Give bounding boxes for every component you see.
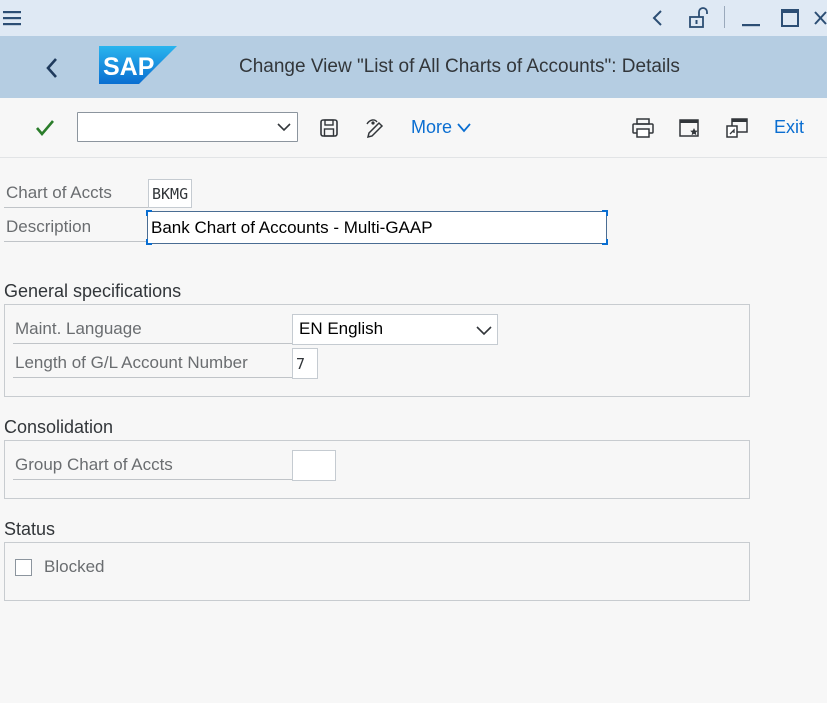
unlock-icon[interactable] [684,4,712,32]
focus-corner [602,210,608,216]
more-label: More [411,117,453,137]
display-change-icon [366,119,384,139]
chevron-down-icon[interactable] [276,119,292,135]
svg-text:SAP: SAP [103,53,154,81]
gl-length-value: 7 [292,348,318,379]
group-chart-label: Group Chart of Accts [13,451,292,480]
separator [724,6,725,28]
focus-corner [146,210,152,216]
title-header: SAP Change View "List of All Charts of A… [0,36,827,98]
save-button[interactable] [315,114,343,142]
minimize-icon[interactable] [737,4,765,32]
sap-logo: SAP [99,46,177,84]
page-title: Change View "List of All Charts of Accou… [239,56,680,77]
shortcut-icon [726,118,748,138]
gl-length-label: Length of G/L Account Number [13,349,292,378]
command-input[interactable] [78,113,268,141]
maint-language-value: EN English [299,319,384,338]
status-title: Status [4,519,56,539]
blocked-label: Blocked [44,557,105,576]
chevron-down-icon [457,122,471,132]
chart-of-accts-label: Chart of Accts [4,179,148,208]
back-button[interactable] [38,52,66,84]
new-window-icon [679,119,699,137]
back-nav-icon[interactable] [644,4,672,32]
group-chart-input[interactable] [292,450,336,481]
close-icon[interactable] [812,4,827,32]
more-menu-button[interactable]: More [411,117,472,138]
description-value: Bank Chart of Accounts - Multi-GAAP [151,218,433,237]
menu-icon[interactable] [2,8,22,28]
maint-language-label: Maint. Language [13,315,292,344]
gl-length-text: 7 [296,354,306,373]
exit-button[interactable]: Exit [774,117,804,138]
consolidation-title: Consolidation [4,417,114,437]
edit-button[interactable] [362,114,390,142]
checkmark-icon [36,120,54,137]
create-shortcut-button[interactable] [723,114,751,142]
chevron-down-icon[interactable] [475,321,493,339]
new-session-button[interactable] [676,114,704,142]
focus-corner [146,239,152,245]
blocked-checkbox[interactable] [15,559,32,576]
system-bar [0,0,827,36]
description-input[interactable]: Bank Chart of Accounts - Multi-GAAP [146,210,608,245]
maint-language-select[interactable]: EN English [292,314,498,345]
chart-of-accts-value: BKMG [148,179,192,208]
print-button[interactable] [629,114,657,142]
print-icon [632,118,654,138]
description-label: Description [4,213,148,242]
enter-checkmark-button[interactable] [30,114,60,142]
command-field[interactable] [77,112,298,142]
general-specifications-title: General specifications [4,281,182,301]
chart-of-accts-text: BKMG [152,184,189,203]
status-group [4,542,750,601]
focus-corner [602,239,608,245]
toolbar: More Exit [0,98,827,158]
save-icon [320,119,338,137]
maximize-icon[interactable] [776,4,804,32]
